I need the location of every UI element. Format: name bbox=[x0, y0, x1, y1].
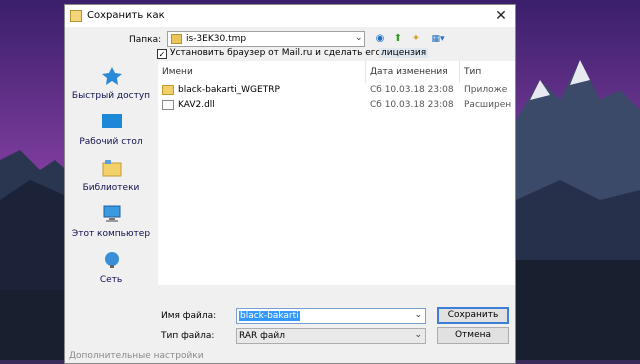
column-header-type[interactable]: Тип bbox=[460, 61, 515, 83]
install-browser-checkbox[interactable]: ✓ bbox=[157, 49, 167, 59]
column-header-date[interactable]: Дата изменения bbox=[366, 61, 460, 83]
desktop-icon bbox=[102, 114, 122, 128]
filetype-select[interactable]: RAR файл ⌄ bbox=[236, 328, 426, 344]
table-row[interactable]: KAV2.dll Сб 10.03.18 23:08 Расширен bbox=[158, 98, 515, 113]
view-menu-button[interactable]: ▦▾ bbox=[427, 32, 449, 46]
table-row[interactable]: black-bakarti_WGETRP Сб 10.03.18 23:08 П… bbox=[158, 83, 515, 98]
dialog-titlebar[interactable]: Сохранить как ✕ bbox=[65, 5, 515, 27]
star-icon bbox=[102, 67, 122, 85]
folder-dropdown-value: is-3EK30.tmp bbox=[186, 34, 247, 44]
folder-icon bbox=[70, 10, 82, 22]
network-icon bbox=[105, 252, 119, 268]
close-button[interactable]: ✕ bbox=[487, 5, 515, 27]
chevron-down-icon[interactable]: ⌄ bbox=[414, 310, 422, 320]
dll-file-icon bbox=[162, 100, 174, 110]
chevron-down-icon: ⌄ bbox=[414, 330, 422, 340]
file-name: KAV2.dll bbox=[178, 100, 215, 110]
navigation-pane: Быстрый доступ Рабочий стол Библиотеки Э… bbox=[65, 61, 157, 349]
file-list[interactable]: Имени Дата изменения Тип black-bakarti_W… bbox=[158, 61, 515, 285]
save-button[interactable]: Сохранить bbox=[437, 307, 509, 324]
file-type: Расширен bbox=[464, 100, 512, 110]
new-folder-button[interactable]: ✦ bbox=[409, 32, 423, 46]
chevron-down-icon: ⌄ bbox=[355, 33, 363, 43]
sidebar-item-label: Рабочий стол bbox=[79, 137, 143, 147]
folder-dropdown[interactable]: is-3EK30.tmp ⌄ bbox=[167, 31, 365, 47]
filename-label: Имя файла: bbox=[161, 311, 217, 321]
cancel-button[interactable]: Отмена bbox=[437, 327, 509, 344]
back-button[interactable]: ◉ bbox=[373, 32, 387, 46]
filetype-value: RAR файл bbox=[239, 331, 285, 341]
file-type: Приложе bbox=[464, 85, 508, 95]
sidebar-item-label: Сеть bbox=[99, 275, 123, 285]
file-name: black-bakarti_WGETRP bbox=[178, 85, 280, 95]
filename-input[interactable]: black-bakarti ⌄ bbox=[236, 308, 426, 324]
address-label: Папка: bbox=[129, 35, 162, 45]
license-link[interactable]: лицензия bbox=[379, 48, 429, 58]
column-header-name[interactable]: Имени bbox=[158, 61, 366, 83]
folder-icon bbox=[162, 85, 174, 95]
filename-value: black-bakarti bbox=[239, 311, 300, 321]
computer-icon bbox=[103, 205, 121, 222]
file-date: Сб 10.03.18 23:08 bbox=[370, 85, 454, 95]
dialog-title: Сохранить как bbox=[87, 10, 165, 21]
filetype-label: Тип файла: bbox=[161, 331, 215, 341]
library-icon bbox=[102, 160, 122, 177]
sidebar-item-label: Быстрый доступ bbox=[71, 91, 151, 101]
folder-icon bbox=[171, 34, 182, 44]
sidebar-item-label: Этот компьютер bbox=[71, 229, 151, 239]
up-folder-button[interactable]: ⬆ bbox=[391, 32, 405, 46]
save-as-dialog: Сохранить как ✕ Папка: is-3EK30.tmp ⌄ ◉ … bbox=[64, 4, 516, 364]
file-date: Сб 10.03.18 23:08 bbox=[370, 100, 454, 110]
sidebar-item-label: Библиотеки bbox=[82, 183, 140, 193]
